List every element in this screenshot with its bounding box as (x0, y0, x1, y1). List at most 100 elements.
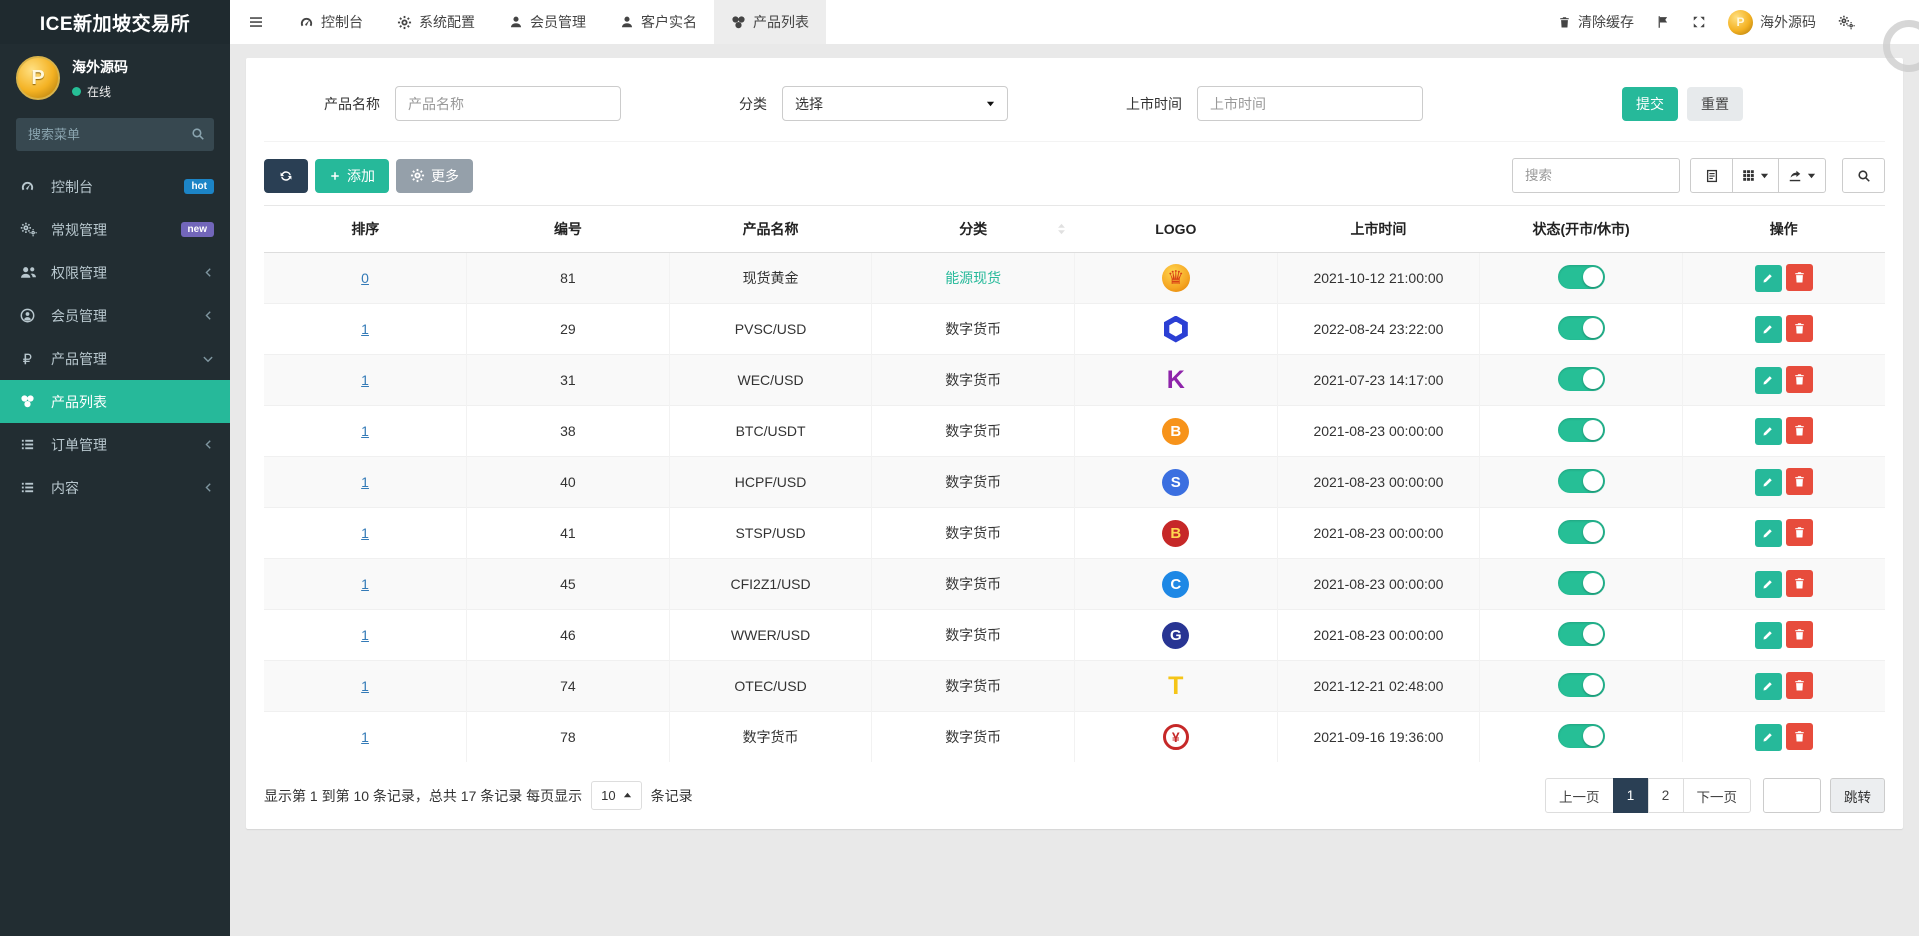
delete-button[interactable] (1786, 723, 1813, 750)
column-header[interactable]: 分类 (872, 206, 1075, 253)
submit-button[interactable]: 提交 (1622, 87, 1678, 121)
status-toggle[interactable] (1558, 571, 1605, 595)
cell-product-name: PVSC/USD (669, 304, 872, 355)
sort-value-link[interactable]: 1 (361, 321, 369, 337)
delete-button[interactable] (1786, 570, 1813, 597)
reset-button[interactable]: 重置 (1687, 87, 1743, 121)
status-toggle[interactable] (1558, 367, 1605, 391)
sidebar-search-input[interactable] (16, 118, 214, 151)
top-nav-product-list[interactable]: 产品列表 (714, 0, 826, 44)
delete-button[interactable] (1786, 264, 1813, 291)
columns-button[interactable] (1732, 158, 1779, 193)
refresh-button[interactable] (264, 159, 308, 193)
column-header: LOGO (1075, 206, 1278, 253)
sidebar-item-product-manage[interactable]: 产品管理 (0, 337, 230, 380)
sidebar-item-dashboard[interactable]: 控制台hot (0, 165, 230, 208)
filter-category: 分类 选择 (739, 86, 1008, 121)
hamburger-menu-icon[interactable] (230, 0, 282, 44)
time-input[interactable] (1197, 86, 1423, 121)
edit-button[interactable] (1755, 724, 1782, 751)
cell-id: 29 (467, 304, 670, 355)
sort-value-link[interactable]: 1 (361, 423, 369, 439)
product-name-input[interactable] (395, 86, 621, 121)
detail-view-button[interactable] (1690, 158, 1733, 193)
delete-button[interactable] (1786, 672, 1813, 699)
category-select[interactable]: 选择 (782, 86, 1008, 121)
edit-button[interactable] (1755, 520, 1782, 547)
more-label: 更多 (431, 166, 459, 186)
sidebar-item-product-list[interactable]: 产品列表 (0, 380, 230, 423)
cell-id: 78 (467, 712, 670, 763)
user-menu[interactable]: P 海外源码 (1728, 10, 1816, 35)
clear-cache-button[interactable]: 清除缓存 (1558, 12, 1634, 32)
page-button-1[interactable]: 1 (1613, 778, 1649, 813)
status-toggle[interactable] (1558, 265, 1605, 289)
edit-button[interactable] (1755, 469, 1782, 496)
edit-button[interactable] (1755, 673, 1782, 700)
export-button[interactable] (1778, 158, 1826, 193)
delete-button[interactable] (1786, 417, 1813, 444)
jump-page-input[interactable] (1763, 778, 1821, 813)
cell-product-name: 现货黄金 (669, 253, 872, 304)
sidebar-item-general-manage[interactable]: 常规管理new (0, 208, 230, 251)
delete-button[interactable] (1786, 621, 1813, 648)
sort-value-link[interactable]: 1 (361, 474, 369, 490)
table-search-input[interactable] (1512, 158, 1680, 193)
sidebar-item-content[interactable]: 内容 (0, 466, 230, 509)
delete-button[interactable] (1786, 468, 1813, 495)
status-toggle[interactable] (1558, 316, 1605, 340)
sidebar-item-member-manage[interactable]: 会员管理 (0, 294, 230, 337)
table-search-button[interactable] (1842, 158, 1885, 193)
cell-category[interactable]: 能源现货 (945, 270, 1001, 286)
delete-button[interactable] (1786, 366, 1813, 393)
cell-category: 数字货币 (945, 372, 1001, 388)
edit-button[interactable] (1755, 316, 1782, 343)
cogs-icon[interactable] (1838, 15, 1855, 30)
table-header-row: 排序编号产品名称分类LOGO上市时间状态(开市/休市)操作 (264, 206, 1885, 253)
fullscreen-icon[interactable] (1692, 15, 1706, 29)
sort-value-link[interactable]: 1 (361, 627, 369, 643)
sort-value-link[interactable]: 1 (361, 525, 369, 541)
status-toggle[interactable] (1558, 673, 1605, 697)
status-toggle[interactable] (1558, 418, 1605, 442)
sort-value-link[interactable]: 1 (361, 576, 369, 592)
edit-button[interactable] (1755, 265, 1782, 292)
next-page-button[interactable]: 下一页 (1683, 778, 1752, 813)
table-row: 141STSP/USD数字货币B2021-08-23 00:00:00 (264, 508, 1885, 559)
plus-icon (329, 170, 341, 182)
edit-button[interactable] (1755, 418, 1782, 445)
language-flag-icon[interactable] (1656, 15, 1670, 29)
sort-value-link[interactable]: 1 (361, 372, 369, 388)
cell-category: 数字货币 (945, 525, 1001, 541)
brand-title: ICE新加坡交易所 (0, 0, 230, 44)
edit-button[interactable] (1755, 571, 1782, 598)
status-toggle[interactable] (1558, 622, 1605, 646)
prev-page-button[interactable]: 上一页 (1545, 778, 1614, 813)
top-nav-customer-kyc[interactable]: 客户实名 (603, 0, 714, 44)
top-nav-system-config[interactable]: 系统配置 (380, 0, 492, 44)
sidebar-item-order-manage[interactable]: 订单管理 (0, 423, 230, 466)
edit-button[interactable] (1755, 367, 1782, 394)
status-toggle[interactable] (1558, 469, 1605, 493)
edit-button[interactable] (1755, 622, 1782, 649)
gear-icon (410, 168, 425, 183)
top-nav-dashboard[interactable]: 控制台 (282, 0, 380, 44)
more-button[interactable]: 更多 (396, 159, 473, 193)
cell-category: 数字货币 (945, 627, 1001, 643)
delete-button[interactable] (1786, 519, 1813, 546)
add-button[interactable]: 添加 (315, 159, 389, 193)
page-size-select[interactable]: 10 (591, 781, 641, 810)
page-button-2[interactable]: 2 (1648, 778, 1684, 813)
delete-button[interactable] (1786, 315, 1813, 342)
pagination-summary: 显示第 1 到第 10 条记录，总共 17 条记录 每页显示 10 条记录 (264, 781, 693, 810)
sort-value-link[interactable]: 1 (361, 729, 369, 745)
sort-value-link[interactable]: 1 (361, 678, 369, 694)
chevron-down-icon (202, 353, 214, 365)
top-nav-member-manage[interactable]: 会员管理 (492, 0, 603, 44)
product-logo-icon: K (1167, 368, 1185, 393)
status-toggle[interactable] (1558, 520, 1605, 544)
sort-value-link[interactable]: 0 (361, 270, 369, 286)
status-toggle[interactable] (1558, 724, 1605, 748)
jump-button[interactable]: 跳转 (1830, 778, 1885, 813)
sidebar-item-permission-manage[interactable]: 权限管理 (0, 251, 230, 294)
